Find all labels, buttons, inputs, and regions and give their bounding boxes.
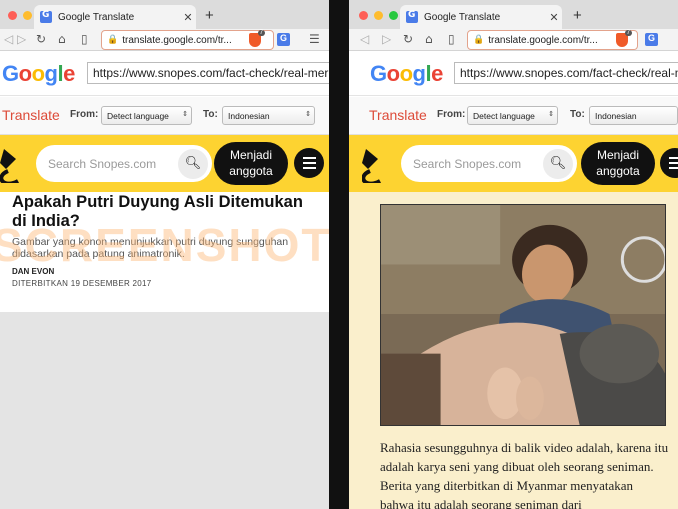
screenshot-stage: Google Translate ✕ + ◁ ▷ ↻ ⌂ ▯ 🔒 transla… xyxy=(0,0,678,509)
join-label-line1: Menjadi xyxy=(229,148,273,162)
new-tab-button[interactable]: + xyxy=(573,7,582,24)
to-label: To: xyxy=(203,109,218,120)
google-logo[interactable]: Google xyxy=(370,61,443,87)
google-translate-favicon-icon xyxy=(406,10,418,23)
close-window-button[interactable] xyxy=(8,11,17,20)
tab-bar: Google Translate ✕ + xyxy=(0,0,329,29)
snopes-logo-icon[interactable] xyxy=(0,145,30,183)
nav-toolbar: ◁ ▷ ↻ ⌂ ▯ 🔒 translate.google.com/tr... 7 xyxy=(349,29,678,51)
search-input[interactable]: Search Snopes.com xyxy=(48,157,178,171)
bookmark-icon[interactable]: ▯ xyxy=(81,32,88,46)
back-arrow-icon[interactable]: ◁ xyxy=(4,32,13,46)
image-placeholder xyxy=(0,312,329,509)
lock-icon: 🔒 xyxy=(473,35,485,45)
browser-window-left: Google Translate ✕ + ◁ ▷ ↻ ⌂ ▯ 🔒 transla… xyxy=(0,0,329,509)
select-arrows-icon: ⇕ xyxy=(182,111,188,118)
search-input[interactable]: Search Snopes.com xyxy=(413,157,543,171)
brave-shields-icon[interactable]: 7 xyxy=(249,30,265,47)
to-language-value: Indonesian xyxy=(595,111,637,121)
window-divider xyxy=(329,0,349,509)
hamburger-menu-icon[interactable] xyxy=(294,148,324,178)
join-button[interactable]: Menjadi anggota xyxy=(214,142,288,185)
translate-label: Translate xyxy=(2,107,60,123)
tab-title: Google Translate xyxy=(58,11,135,23)
shields-count: 7 xyxy=(624,30,632,36)
browser-window-right: Google Translate ✕ + ◁ ▷ ↻ ⌂ ▯ 🔒 transla… xyxy=(349,0,678,509)
brave-shields-icon[interactable]: 7 xyxy=(616,30,632,47)
lock-icon: 🔒 xyxy=(107,35,119,45)
maximize-window-button[interactable] xyxy=(389,11,398,20)
from-label: From: xyxy=(437,109,466,120)
close-window-button[interactable] xyxy=(359,11,368,20)
minimize-window-button[interactable] xyxy=(374,11,383,20)
google-header: Google https://www.snopes.com/fact-check… xyxy=(349,52,678,96)
join-label-line2: anggota xyxy=(229,164,273,178)
article-date: DITERBITKAN 19 DESEMBER 2017 xyxy=(12,279,152,288)
translate-url-input[interactable]: https://www.snopes.com/fact-check/real-m… xyxy=(87,62,329,84)
translate-extension-icon[interactable] xyxy=(645,33,658,46)
mermaid-sculpture-photo xyxy=(380,204,666,426)
address-text: translate.google.com/tr... xyxy=(122,34,232,46)
google-translate-favicon-icon xyxy=(40,10,52,23)
tab-close-icon[interactable]: ✕ xyxy=(180,11,196,24)
google-logo[interactable]: Google xyxy=(2,61,75,87)
tab-close-icon[interactable]: ✕ xyxy=(546,11,562,24)
translate-bar: Translate From: Detect language ⇕ To: In… xyxy=(0,97,329,135)
address-text: translate.google.com/tr... xyxy=(488,34,598,46)
browser-menu-icon[interactable]: ☰ xyxy=(309,32,320,46)
home-icon[interactable]: ⌂ xyxy=(425,32,433,46)
new-tab-button[interactable]: + xyxy=(205,7,214,24)
tab-bar: Google Translate ✕ + xyxy=(349,0,678,29)
search-icon[interactable]: 🔍︎ xyxy=(543,148,573,179)
from-language-value: Detect language xyxy=(473,111,535,121)
shields-count: 7 xyxy=(257,30,265,36)
screenshot-watermark: SCREENSHOT xyxy=(0,219,329,271)
reload-icon[interactable]: ↻ xyxy=(36,32,46,46)
search-box[interactable]: Search Snopes.com 🔍︎ xyxy=(36,145,212,182)
translate-bar: Translate From: Detect language ⇕ To: In… xyxy=(349,97,678,135)
to-label: To: xyxy=(570,109,585,120)
article-body-text: Rahasia sesungguhnya di balik video adal… xyxy=(380,440,669,509)
to-language-select[interactable]: Indonesian xyxy=(589,106,678,125)
bookmark-icon[interactable]: ▯ xyxy=(448,32,455,46)
search-icon[interactable]: 🔍︎ xyxy=(178,148,208,179)
translate-label: Translate xyxy=(369,107,427,123)
minimize-window-button[interactable] xyxy=(23,11,32,20)
join-label-line2: anggota xyxy=(596,164,640,178)
snopes-header: Search Snopes.com 🔍︎ Menjadi anggota xyxy=(0,135,329,192)
select-arrows-icon: ⇕ xyxy=(305,111,311,118)
from-language-select[interactable]: Detect language ⇕ xyxy=(467,106,558,125)
reload-icon[interactable]: ↻ xyxy=(403,32,413,46)
translate-extension-icon[interactable] xyxy=(277,33,290,46)
translate-url-input[interactable]: https://www.snopes.com/fact-check/real-m… xyxy=(454,62,678,84)
tab-title: Google Translate xyxy=(424,11,501,23)
from-language-value: Detect language xyxy=(107,111,169,121)
select-arrows-icon: ⇕ xyxy=(548,111,554,118)
nav-toolbar: ◁ ▷ ↻ ⌂ ▯ 🔒 translate.google.com/tr... 7… xyxy=(0,29,329,51)
address-bar[interactable]: 🔒 translate.google.com/tr... xyxy=(467,30,638,50)
forward-arrow-icon[interactable]: ▷ xyxy=(382,32,391,46)
back-arrow-icon[interactable]: ◁ xyxy=(360,32,369,46)
home-icon[interactable]: ⌂ xyxy=(58,32,66,46)
join-button[interactable]: Menjadi anggota xyxy=(581,142,655,185)
hamburger-menu-icon[interactable] xyxy=(660,148,678,178)
tab-google-translate[interactable]: Google Translate ✕ xyxy=(34,5,196,29)
window-controls xyxy=(359,11,398,20)
to-language-select[interactable]: Indonesian ⇕ xyxy=(222,106,315,125)
snopes-logo-icon[interactable] xyxy=(362,145,392,183)
join-label-line1: Menjadi xyxy=(596,148,640,162)
forward-arrow-icon[interactable]: ▷ xyxy=(17,32,26,46)
from-language-select[interactable]: Detect language ⇕ xyxy=(101,106,192,125)
from-label: From: xyxy=(70,109,99,120)
article-content: Rahasia sesungguhnya di balik video adal… xyxy=(349,192,678,509)
google-header: Google https://www.snopes.com/fact-check… xyxy=(0,52,329,96)
search-box[interactable]: Search Snopes.com 🔍︎ xyxy=(401,145,577,182)
to-language-value: Indonesian xyxy=(228,111,270,121)
snopes-header: Search Snopes.com 🔍︎ Menjadi anggota xyxy=(349,135,678,192)
tab-google-translate[interactable]: Google Translate ✕ xyxy=(400,5,562,29)
